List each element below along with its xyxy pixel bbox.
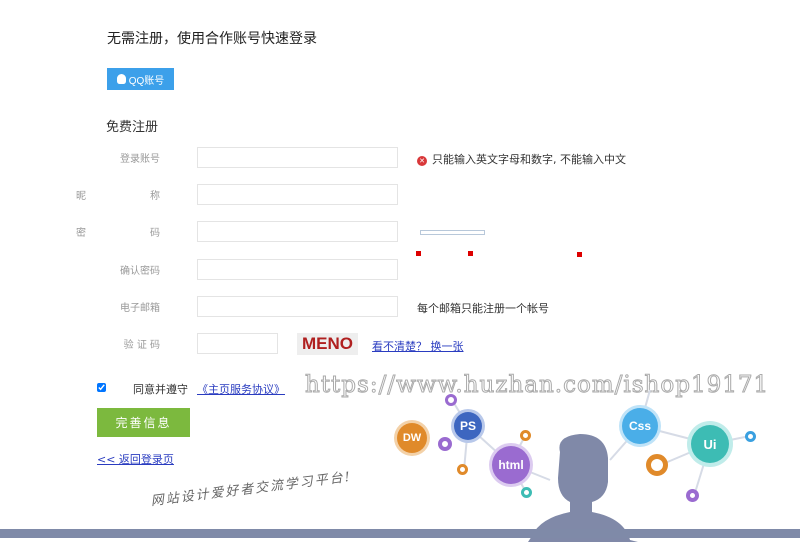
account-error: ✕ 只能输入英文字母和数字, 不能输入中文 bbox=[417, 151, 626, 167]
confirm-password-input[interactable] bbox=[197, 259, 398, 280]
nickname-label-a: 昵 bbox=[76, 191, 86, 202]
agree-checkbox[interactable] bbox=[97, 383, 106, 392]
agree-label: 同意并遵守 bbox=[133, 383, 188, 396]
captcha-label: 验 证 码 bbox=[123, 340, 160, 351]
bottom-bar bbox=[0, 529, 800, 538]
marker-icon bbox=[468, 251, 473, 256]
nickname-input[interactable] bbox=[197, 184, 398, 205]
nickname-label-b: 称 bbox=[150, 191, 160, 202]
password-strength-meter bbox=[420, 230, 485, 235]
dot-icon bbox=[745, 431, 756, 442]
dw-node: DW bbox=[397, 423, 427, 453]
marker-icon bbox=[416, 251, 421, 256]
account-input[interactable] bbox=[197, 147, 398, 168]
register-title: 免费注册 bbox=[106, 120, 159, 135]
captcha-image[interactable]: MENO bbox=[297, 333, 358, 355]
agreement-link[interactable]: 《主页服务协议》 bbox=[197, 381, 285, 397]
qq-icon bbox=[116, 74, 126, 84]
password-label-a: 密 bbox=[76, 228, 86, 239]
email-hint: 每个邮箱只能注册一个帐号 bbox=[417, 302, 549, 315]
dot-icon bbox=[438, 437, 452, 451]
marker-icon bbox=[577, 252, 582, 257]
dot-icon bbox=[445, 394, 457, 406]
back-to-login-link[interactable]: << 返回登录页 bbox=[97, 451, 174, 467]
slogan: 网站设计爱好者交流学习平台! bbox=[150, 469, 353, 510]
email-input[interactable] bbox=[197, 296, 398, 317]
password-input[interactable] bbox=[197, 221, 398, 242]
dot-icon bbox=[457, 464, 468, 475]
account-error-text: 只能输入英文字母和数字, 不能输入中文 bbox=[432, 153, 626, 166]
refresh-captcha-link[interactable]: 看不清楚？ 换一张 bbox=[372, 338, 464, 354]
email-label: 电子邮箱 bbox=[120, 303, 160, 314]
account-label: 登录账号 bbox=[120, 154, 160, 165]
html-node: html bbox=[492, 446, 530, 484]
qq-label: QQ账号 bbox=[128, 75, 165, 87]
banner-illustration: DW PS html Css Ui bbox=[380, 380, 800, 542]
password-label-b: 码 bbox=[150, 228, 160, 239]
submit-button[interactable]: 完善信息 bbox=[97, 408, 190, 437]
dot-icon bbox=[646, 454, 668, 476]
dot-icon bbox=[686, 489, 699, 502]
ps-node: PS bbox=[454, 412, 482, 440]
quick-login-title: 无需注册，使用合作账号快速登录 bbox=[107, 31, 317, 47]
ui-node: Ui bbox=[691, 425, 729, 463]
error-icon: ✕ bbox=[417, 156, 427, 166]
qq-login-button[interactable]: QQ账号 bbox=[107, 68, 174, 90]
captcha-input[interactable] bbox=[197, 333, 278, 354]
confirm-label: 确认密码 bbox=[120, 266, 160, 277]
person-silhouette-icon bbox=[528, 434, 638, 542]
